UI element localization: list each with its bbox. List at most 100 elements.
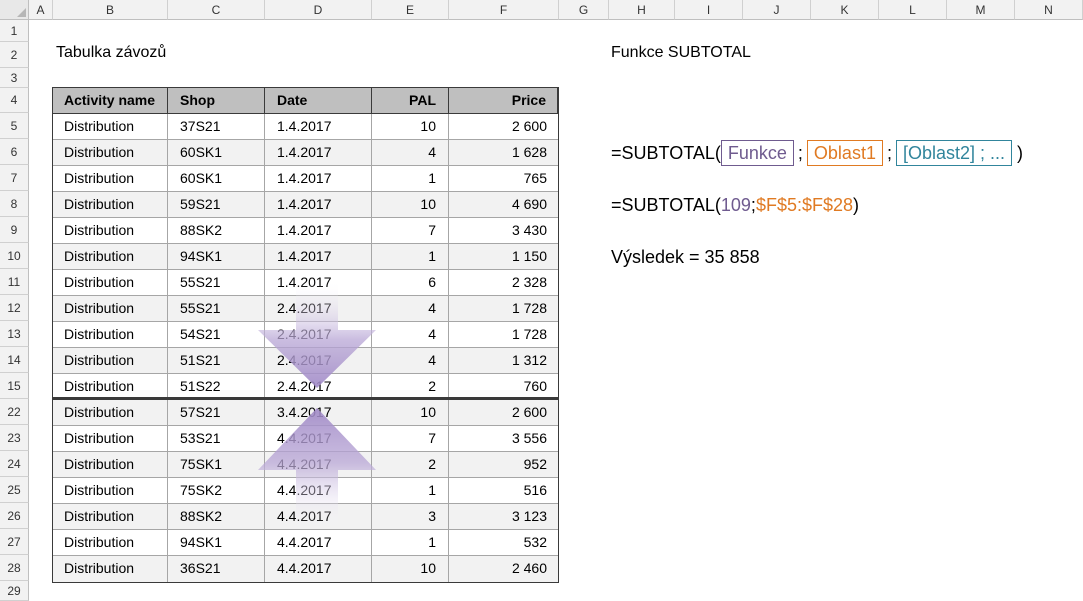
cell-shop[interactable]: 53S21 <box>168 426 265 451</box>
cell-shop[interactable]: 94SK1 <box>168 530 265 555</box>
cell-price[interactable]: 1 150 <box>449 244 558 269</box>
cell-shop[interactable]: 60SK1 <box>168 166 265 191</box>
cell-shop[interactable]: 60SK1 <box>168 140 265 165</box>
column-header-a[interactable]: A <box>29 0 53 20</box>
header-price[interactable]: Price <box>449 88 558 113</box>
cell-price[interactable]: 760 <box>449 374 558 397</box>
cell-pal[interactable]: 10 <box>372 114 449 139</box>
row-header[interactable]: 3 <box>0 68 29 88</box>
row-header[interactable]: 5 <box>0 113 29 139</box>
cell-activity-name[interactable]: Distribution <box>53 556 168 582</box>
cell-pal[interactable]: 3 <box>372 504 449 529</box>
cell-date[interactable]: 4.4.2017 <box>265 556 372 582</box>
cell-activity-name[interactable]: Distribution <box>53 218 168 243</box>
cell-activity-name[interactable]: Distribution <box>53 530 168 555</box>
column-header-c[interactable]: C <box>168 0 265 20</box>
row-header[interactable]: 7 <box>0 165 29 191</box>
column-header-k[interactable]: K <box>811 0 879 20</box>
cell-activity-name[interactable]: Distribution <box>53 322 168 347</box>
row-header[interactable]: 13 <box>0 321 29 347</box>
row-header[interactable]: 9 <box>0 217 29 243</box>
row-header[interactable]: 25 <box>0 477 29 503</box>
cell-pal[interactable]: 10 <box>372 556 449 582</box>
column-header-b[interactable]: B <box>53 0 168 20</box>
cell-price[interactable]: 1 728 <box>449 296 558 321</box>
cell-shop[interactable]: 36S21 <box>168 556 265 582</box>
cell-pal[interactable]: 1 <box>372 530 449 555</box>
cell-pal[interactable]: 4 <box>372 322 449 347</box>
cell-pal[interactable]: 10 <box>372 400 449 425</box>
cell-shop[interactable]: 88SK2 <box>168 504 265 529</box>
row-header[interactable]: 12 <box>0 295 29 321</box>
row-header[interactable]: 2 <box>0 42 29 68</box>
cell-date[interactable]: 2.4.2017 <box>265 322 372 347</box>
column-header-i[interactable]: I <box>675 0 743 20</box>
cell-date[interactable]: 1.4.2017 <box>265 218 372 243</box>
cell-activity-name[interactable]: Distribution <box>53 478 168 503</box>
cell-activity-name[interactable]: Distribution <box>53 114 168 139</box>
row-header[interactable]: 14 <box>0 347 29 373</box>
cell-shop[interactable]: 37S21 <box>168 114 265 139</box>
cell-pal[interactable]: 10 <box>372 192 449 217</box>
cell-shop[interactable]: 55S21 <box>168 296 265 321</box>
cell-date[interactable]: 1.4.2017 <box>265 270 372 295</box>
row-header[interactable]: 10 <box>0 243 29 269</box>
cell-pal[interactable]: 4 <box>372 296 449 321</box>
cell-date[interactable]: 1.4.2017 <box>265 192 372 217</box>
row-header[interactable]: 23 <box>0 425 29 451</box>
column-header-m[interactable]: M <box>947 0 1015 20</box>
cell-date[interactable]: 4.4.2017 <box>265 504 372 529</box>
cell-pal[interactable]: 6 <box>372 270 449 295</box>
column-header-d[interactable]: D <box>265 0 372 20</box>
header-activity-name[interactable]: Activity name <box>53 88 168 113</box>
column-header-n[interactable]: N <box>1015 0 1083 20</box>
row-header[interactable]: 26 <box>0 503 29 529</box>
cell-date[interactable]: 4.4.2017 <box>265 426 372 451</box>
row-header[interactable]: 4 <box>0 88 29 113</box>
row-header[interactable]: 29 <box>0 581 29 601</box>
column-header-e[interactable]: E <box>372 0 449 20</box>
cell-pal[interactable]: 1 <box>372 478 449 503</box>
cell-pal[interactable]: 7 <box>372 218 449 243</box>
cell-pal[interactable]: 1 <box>372 244 449 269</box>
cell-shop[interactable]: 75SK1 <box>168 452 265 477</box>
cell-price[interactable]: 765 <box>449 166 558 191</box>
cell-date[interactable]: 1.4.2017 <box>265 244 372 269</box>
cell-date[interactable]: 1.4.2017 <box>265 114 372 139</box>
cell-date[interactable]: 1.4.2017 <box>265 166 372 191</box>
cell-shop[interactable]: 88SK2 <box>168 218 265 243</box>
cell-price[interactable]: 952 <box>449 452 558 477</box>
select-all-button[interactable] <box>0 0 29 20</box>
cell-price[interactable]: 1 728 <box>449 322 558 347</box>
header-shop[interactable]: Shop <box>168 88 265 113</box>
cell-activity-name[interactable]: Distribution <box>53 166 168 191</box>
cell-date[interactable]: 1.4.2017 <box>265 140 372 165</box>
cell-activity-name[interactable]: Distribution <box>53 400 168 425</box>
cell-shop[interactable]: 57S21 <box>168 400 265 425</box>
cell-price[interactable]: 3 430 <box>449 218 558 243</box>
row-header[interactable]: 6 <box>0 139 29 165</box>
cell-price[interactable]: 3 123 <box>449 504 558 529</box>
row-header[interactable]: 27 <box>0 529 29 555</box>
cell-activity-name[interactable]: Distribution <box>53 140 168 165</box>
cell-shop[interactable]: 75SK2 <box>168 478 265 503</box>
cell-activity-name[interactable]: Distribution <box>53 452 168 477</box>
header-date[interactable]: Date <box>265 88 372 113</box>
cell-price[interactable]: 1 312 <box>449 348 558 373</box>
cell-pal[interactable]: 1 <box>372 166 449 191</box>
cell-price[interactable]: 2 328 <box>449 270 558 295</box>
cell-pal[interactable]: 4 <box>372 140 449 165</box>
column-header-f[interactable]: F <box>449 0 559 20</box>
cell-shop[interactable]: 55S21 <box>168 270 265 295</box>
cell-date[interactable]: 3.4.2017 <box>265 400 372 425</box>
cell-activity-name[interactable]: Distribution <box>53 270 168 295</box>
cell-date[interactable]: 2.4.2017 <box>265 348 372 373</box>
cell-pal[interactable]: 2 <box>372 452 449 477</box>
row-header[interactable]: 8 <box>0 191 29 217</box>
cell-price[interactable]: 1 628 <box>449 140 558 165</box>
cell-price[interactable]: 3 556 <box>449 426 558 451</box>
column-header-h[interactable]: H <box>609 0 675 20</box>
cell-activity-name[interactable]: Distribution <box>53 426 168 451</box>
cell-date[interactable]: 4.4.2017 <box>265 530 372 555</box>
cell-activity-name[interactable]: Distribution <box>53 244 168 269</box>
